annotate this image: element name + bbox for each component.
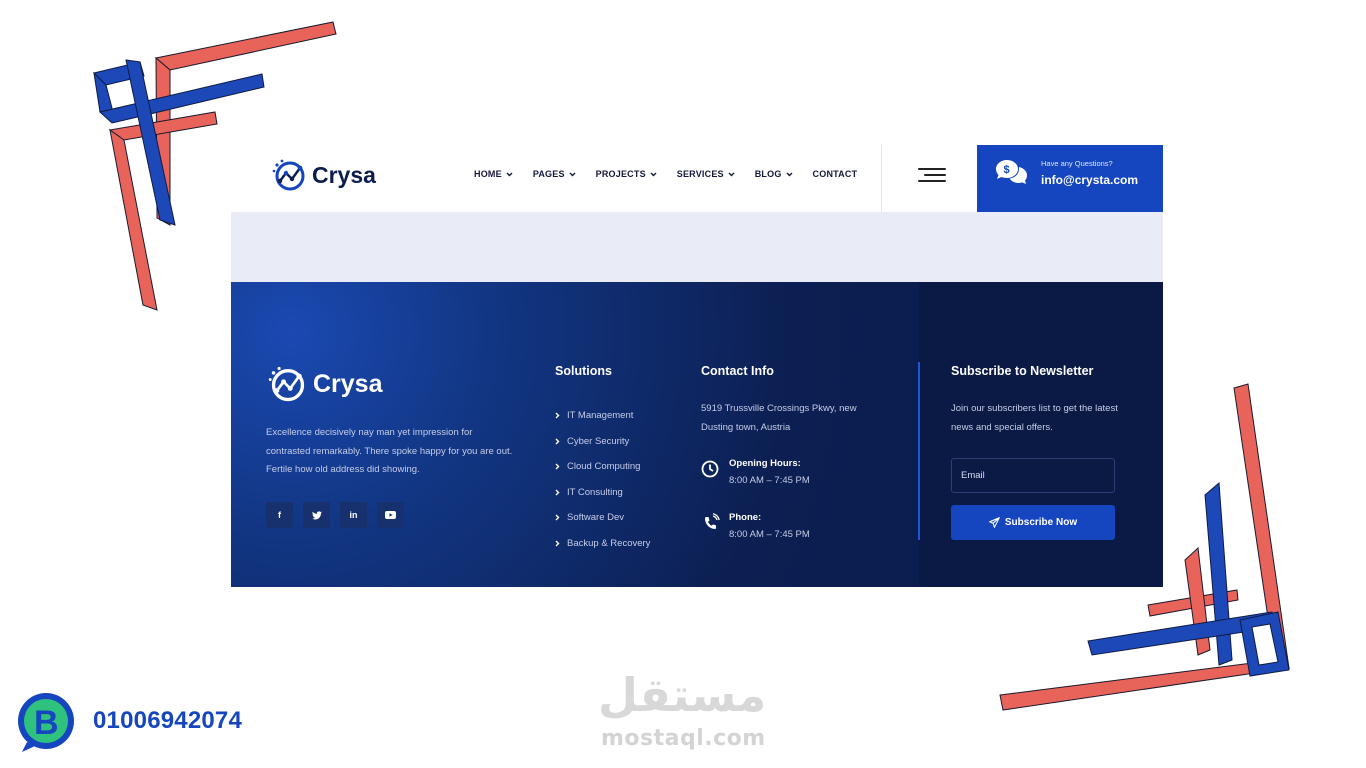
phone-label: Phone: (729, 512, 762, 523)
website-screenshot: Crysa HOME PAGES PROJECTS SERVICES BLOG … (231, 145, 1163, 587)
twitter-icon[interactable] (303, 502, 330, 528)
subscribe-label: Subscribe Now (1004, 517, 1078, 528)
watermark-arabic: مستقل (598, 668, 767, 722)
solution-link[interactable]: Cyber Security (555, 429, 650, 455)
solution-label: Backup & Recovery (567, 537, 651, 549)
header-logo[interactable]: Crysa (271, 157, 376, 193)
newsletter-email-input[interactable] (951, 458, 1115, 493)
social-links: f in (266, 502, 404, 528)
chevron-right-icon (555, 540, 560, 547)
chevron-down-icon (786, 172, 793, 176)
chevron-down-icon (569, 172, 576, 176)
solution-link[interactable]: Cloud Computing (555, 454, 650, 480)
phone-ring-icon (705, 513, 720, 529)
newsletter-title: Subscribe to Newsletter (951, 364, 1094, 378)
nav-home-label: HOME (474, 169, 502, 179)
newsletter-text: Join our subscribers list to get the lat… (951, 403, 1118, 433)
solution-label: Cloud Computing (567, 461, 641, 473)
nav-projects-label: PROJECTS (595, 169, 646, 179)
svg-text:B: B (34, 704, 59, 742)
nav-pages[interactable]: PAGES (533, 169, 576, 179)
youtube-icon[interactable] (377, 502, 404, 528)
solution-label: Software Dev (567, 512, 625, 524)
canvas: Crysa HOME PAGES PROJECTS SERVICES BLOG … (0, 0, 1366, 768)
site-header: Crysa HOME PAGES PROJECTS SERVICES BLOG … (231, 145, 1163, 212)
solution-link[interactable]: Software Dev (555, 505, 650, 531)
nav-pages-label: PAGES (532, 169, 565, 179)
crysa-logo-icon (268, 366, 305, 402)
nav-services-label: SERVICES (676, 169, 724, 179)
footer-logo[interactable]: Crysa (266, 364, 383, 404)
chat-dollar-icon: $ (996, 160, 1027, 184)
chevron-down-icon (506, 172, 513, 176)
b-brand-badge-icon: B (18, 693, 74, 752)
opening-hours: Opening Hours: 8:00 AM – 7:45 PM (701, 457, 810, 486)
page-banner-strip (231, 212, 1163, 282)
nav-contact-label: CONTACT (812, 169, 858, 179)
clock-icon (701, 460, 719, 478)
chevron-right-icon (555, 514, 560, 521)
footer-about-text: Excellence decisively nay man yet impres… (266, 427, 513, 475)
contact-title: Contact Info (701, 364, 774, 378)
facebook-icon[interactable]: f (266, 502, 293, 528)
phone-value: 8:00 AM – 7:45 PM (729, 529, 810, 540)
solutions-title: Solutions (555, 364, 612, 378)
solution-label: IT Management (567, 410, 634, 422)
main-nav: HOME PAGES PROJECTS SERVICES BLOG CONTAC… (474, 169, 857, 179)
nav-blog[interactable]: BLOG (755, 169, 793, 179)
solution-link[interactable]: IT Management (555, 403, 650, 429)
nav-home[interactable]: HOME (474, 169, 513, 179)
chevron-down-icon (650, 172, 657, 176)
hamburger-icon[interactable] (918, 167, 946, 183)
site-footer: Crysa Excellence decisively nay man yet … (231, 282, 1163, 587)
chevron-right-icon (555, 412, 560, 419)
overlay-phone-number: 01006942074 (93, 707, 243, 734)
linkedin-icon[interactable]: in (340, 502, 367, 528)
cta-email[interactable]: info@crysta.com (1041, 173, 1138, 187)
contact-cta[interactable]: $ Have any Questions? info@crysta.com (977, 145, 1163, 212)
header-brand-name: Crysa (312, 161, 376, 188)
nav-blog-label: BLOG (754, 169, 782, 179)
solution-label: Cyber Security (567, 435, 630, 447)
hours-label: Opening Hours: (729, 458, 801, 469)
solution-link[interactable]: IT Consulting (555, 480, 650, 506)
solutions-list: IT Management Cyber Security Cloud Compu… (555, 403, 650, 556)
cta-question: Have any Questions? (1041, 159, 1113, 168)
svg-text:$: $ (1004, 164, 1010, 176)
chevron-right-icon (555, 489, 560, 496)
nav-projects[interactable]: PROJECTS (596, 169, 657, 179)
phone-info: Phone: 8:00 AM – 7:45 PM (701, 511, 810, 540)
solution-label: IT Consulting (567, 486, 623, 498)
contact-address: 5919 Trussville Crossings Pkwy, new Dust… (701, 403, 857, 433)
solution-link[interactable]: Backup & Recovery (555, 531, 650, 557)
nav-contact[interactable]: CONTACT (813, 169, 858, 179)
crysa-logo-icon (272, 159, 305, 191)
paper-plane-icon (989, 517, 1000, 528)
newsletter-accent-line (918, 362, 920, 540)
header-divider (881, 145, 882, 212)
nav-services[interactable]: SERVICES (677, 169, 735, 179)
footer-brand-name: Crysa (313, 369, 383, 398)
chevron-right-icon (555, 438, 560, 445)
chevron-right-icon (555, 463, 560, 470)
subscribe-button[interactable]: Subscribe Now (951, 505, 1115, 540)
watermark-latin: mostaql.com (601, 726, 766, 751)
hours-value: 8:00 AM – 7:45 PM (729, 475, 810, 486)
chevron-down-icon (728, 172, 735, 176)
